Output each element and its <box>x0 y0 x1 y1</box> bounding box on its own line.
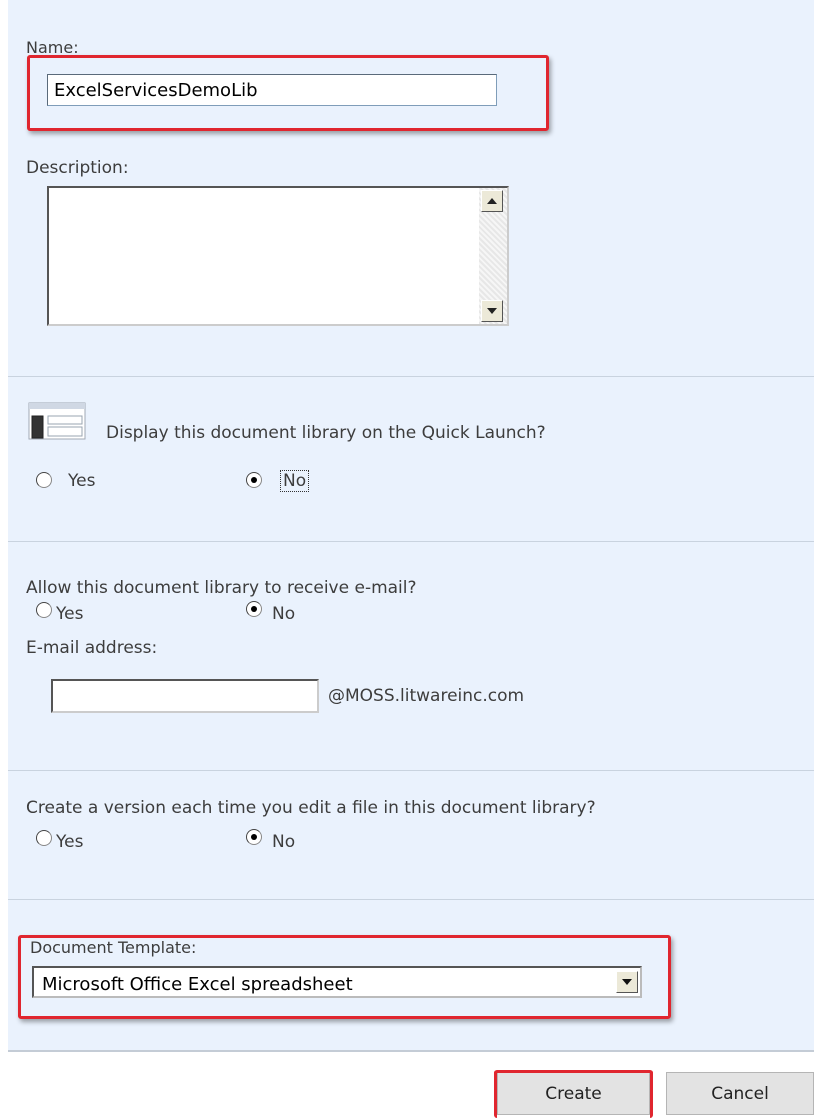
name-input[interactable] <box>47 74 497 106</box>
template-selected-value: Microsoft Office Excel spreadsheet <box>42 974 353 995</box>
email-yes-label[interactable]: Yes <box>56 604 83 624</box>
email-domain-suffix: @MOSS.litwareinc.com <box>328 686 525 706</box>
name-label: Name: <box>26 38 79 57</box>
versioning-yes-label[interactable]: Yes <box>56 832 83 852</box>
create-button[interactable]: Create <box>497 1072 650 1115</box>
scroll-down-button[interactable] <box>481 300 503 322</box>
versioning-no-radio[interactable] <box>246 829 262 845</box>
section-divider <box>8 1050 814 1052</box>
quick-launch-section <box>8 377 814 541</box>
email-no-label[interactable]: No <box>272 604 295 624</box>
arrow-up-icon <box>487 198 497 204</box>
versioning-no-label[interactable]: No <box>272 832 295 852</box>
email-yes-radio[interactable] <box>36 602 52 618</box>
email-no-radio[interactable] <box>246 601 262 617</box>
description-textarea[interactable] <box>47 186 509 326</box>
arrow-down-icon <box>487 308 497 314</box>
quick-launch-no-radio[interactable] <box>246 472 262 488</box>
cancel-button[interactable]: Cancel <box>666 1072 814 1115</box>
versioning-yes-radio[interactable] <box>36 830 52 846</box>
quick-launch-icon <box>28 402 86 440</box>
scroll-up-button[interactable] <box>481 190 503 212</box>
email-address-label: E-mail address: <box>26 638 158 658</box>
template-label: Document Template: <box>30 938 197 957</box>
versioning-question: Create a version each time you edit a fi… <box>26 798 596 818</box>
template-dropdown[interactable]: Microsoft Office Excel spreadsheet <box>32 966 642 998</box>
versioning-section <box>8 771 814 899</box>
description-label: Description: <box>26 158 129 178</box>
dropdown-button[interactable] <box>616 971 638 993</box>
quick-launch-no-label[interactable]: No <box>280 470 310 492</box>
description-scrollbar[interactable] <box>479 188 507 324</box>
quick-launch-yes-label[interactable]: Yes <box>68 471 95 491</box>
email-address-input[interactable] <box>51 679 319 713</box>
quick-launch-question: Display this document library on the Qui… <box>106 423 546 443</box>
chevron-down-icon <box>622 979 632 985</box>
quick-launch-yes-radio[interactable] <box>36 472 52 488</box>
email-question: Allow this document library to receive e… <box>26 578 417 598</box>
